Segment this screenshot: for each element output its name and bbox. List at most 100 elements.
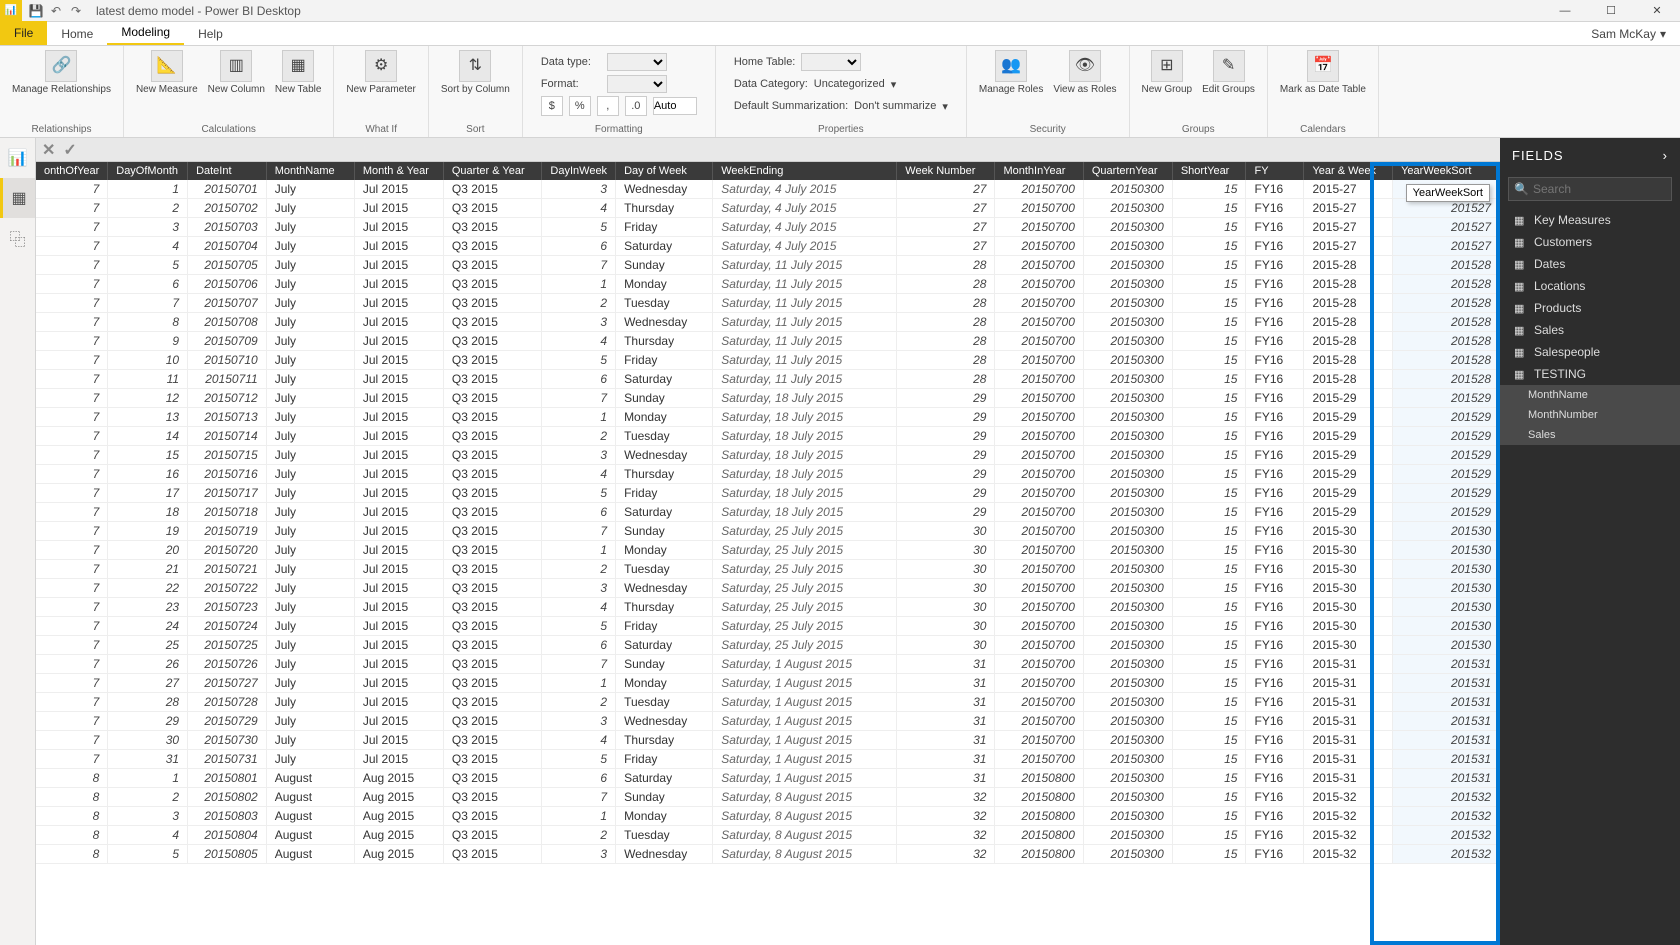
home-table-select[interactable] <box>801 53 861 71</box>
table-row[interactable]: 71520150715JulyJul 2015Q3 20153Wednesday… <box>36 446 1500 465</box>
field-table[interactable]: ▦Dates <box>1500 253 1680 275</box>
column-header[interactable]: FY <box>1246 162 1304 180</box>
column-header[interactable]: onthOfYear <box>36 162 108 180</box>
field-table[interactable]: ▦Products <box>1500 297 1680 319</box>
table-row[interactable]: 71920150719JulyJul 2015Q3 20157SundaySat… <box>36 522 1500 541</box>
fields-search-input[interactable] <box>1508 177 1672 201</box>
field-table[interactable]: ▦Locations <box>1500 275 1680 297</box>
home-tab[interactable]: Home <box>47 23 107 45</box>
field-table[interactable]: ▦Customers <box>1500 231 1680 253</box>
column-header[interactable]: Quarter & Year <box>443 162 542 180</box>
chevron-down-icon[interactable]: ▾ <box>942 100 948 113</box>
edit-groups-button[interactable]: ✎Edit Groups <box>1198 48 1259 97</box>
column-header[interactable]: Week Number <box>897 162 995 180</box>
table-row[interactable]: 71820150718JulyJul 2015Q3 20156SaturdayS… <box>36 503 1500 522</box>
table-row[interactable]: 71720150717JulyJul 2015Q3 20155FridaySat… <box>36 484 1500 503</box>
table-row[interactable]: 72220150722JulyJul 2015Q3 20153Wednesday… <box>36 579 1500 598</box>
new-measure-button[interactable]: 📐New Measure <box>132 48 202 97</box>
table-row[interactable]: 73020150730JulyJul 2015Q3 20154ThursdayS… <box>36 731 1500 750</box>
new-group-button[interactable]: ⊞New Group <box>1138 48 1197 97</box>
table-row[interactable]: 7120150701JulyJul 2015Q3 20153WednesdayS… <box>36 180 1500 199</box>
table-row[interactable]: 72520150725JulyJul 2015Q3 20156SaturdayS… <box>36 636 1500 655</box>
table-row[interactable]: 7920150709JulyJul 2015Q3 20154ThursdaySa… <box>36 332 1500 351</box>
new-parameter-button[interactable]: ⚙New Parameter <box>342 48 419 97</box>
percent-button[interactable]: % <box>569 96 591 116</box>
table-row[interactable]: 72720150727JulyJul 2015Q3 20151MondaySat… <box>36 674 1500 693</box>
field-column[interactable]: MonthNumber <box>1500 405 1680 425</box>
field-column[interactable]: Sales <box>1500 425 1680 445</box>
manage-roles-button[interactable]: 👥Manage Roles <box>975 48 1047 97</box>
help-tab[interactable]: Help <box>184 23 237 45</box>
modeling-tab[interactable]: Modeling <box>107 21 184 45</box>
table-row[interactable]: 72920150729JulyJul 2015Q3 20153Wednesday… <box>36 712 1500 731</box>
column-header[interactable]: QuarternYear <box>1083 162 1172 180</box>
table-row[interactable]: 8220150802AugustAug 2015Q3 20157SundaySa… <box>36 788 1500 807</box>
new-column-button[interactable]: ▥New Column <box>204 48 269 97</box>
data-table[interactable]: onthOfYearDayOfMonthDateIntMonthNameMont… <box>36 162 1500 945</box>
chevron-down-icon[interactable]: ▾ <box>891 78 897 91</box>
table-row[interactable]: 7820150708JulyJul 2015Q3 20153WednesdayS… <box>36 313 1500 332</box>
table-row[interactable]: 72320150723JulyJul 2015Q3 20154ThursdayS… <box>36 598 1500 617</box>
formula-cancel-button[interactable]: ✕ <box>42 140 55 160</box>
field-table[interactable]: ▦TESTING <box>1500 363 1680 385</box>
new-table-button[interactable]: ▦New Table <box>271 48 326 97</box>
mark-date-table-button[interactable]: 📅Mark as Date Table <box>1276 48 1370 97</box>
column-header[interactable]: DayOfMonth <box>108 162 188 180</box>
chevron-right-icon[interactable]: › <box>1663 148 1668 163</box>
table-row[interactable]: 72620150726JulyJul 2015Q3 20157SundaySat… <box>36 655 1500 674</box>
column-header[interactable]: Day of Week <box>616 162 713 180</box>
field-column[interactable]: MonthName <box>1500 385 1680 405</box>
table-row[interactable]: 8520150805AugustAug 2015Q3 20153Wednesda… <box>36 845 1500 864</box>
close-button[interactable]: ✕ <box>1634 0 1680 22</box>
table-row[interactable]: 8320150803AugustAug 2015Q3 20151MondaySa… <box>36 807 1500 826</box>
decimal-places-input[interactable] <box>653 97 697 115</box>
table-row[interactable]: 72120150721JulyJul 2015Q3 20152TuesdaySa… <box>36 560 1500 579</box>
field-table[interactable]: ▦Salespeople <box>1500 341 1680 363</box>
table-row[interactable]: 71120150711JulyJul 2015Q3 20156SaturdayS… <box>36 370 1500 389</box>
table-row[interactable]: 7620150706JulyJul 2015Q3 20151MondaySatu… <box>36 275 1500 294</box>
model-view-button[interactable]: ⿻ <box>0 218 35 258</box>
table-row[interactable]: 72020150720JulyJul 2015Q3 20151MondaySat… <box>36 541 1500 560</box>
column-header[interactable]: MonthName <box>266 162 354 180</box>
table-row[interactable]: 7220150702JulyJul 2015Q3 20154ThursdaySa… <box>36 199 1500 218</box>
report-view-button[interactable]: 📊 <box>0 138 35 178</box>
file-tab[interactable]: File <box>0 21 47 45</box>
table-row[interactable]: 8420150804AugustAug 2015Q3 20152TuesdayS… <box>36 826 1500 845</box>
table-row[interactable]: 71220150712JulyJul 2015Q3 20157SundaySat… <box>36 389 1500 408</box>
redo-icon[interactable]: ↷ <box>68 4 84 18</box>
table-row[interactable]: 7420150704JulyJul 2015Q3 20156SaturdaySa… <box>36 237 1500 256</box>
formula-accept-button[interactable]: ✓ <box>63 140 76 160</box>
column-header[interactable]: ShortYear <box>1172 162 1246 180</box>
format-select[interactable] <box>607 75 667 93</box>
sort-by-column-button[interactable]: ⇅Sort by Column <box>437 48 514 97</box>
column-header[interactable]: Month & Year <box>354 162 443 180</box>
column-header[interactable]: MonthInYear <box>995 162 1083 180</box>
data-type-select[interactable] <box>607 53 667 71</box>
table-row[interactable]: 73120150731JulyJul 2015Q3 20155FridaySat… <box>36 750 1500 769</box>
maximize-button[interactable]: ☐ <box>1588 0 1634 22</box>
table-row[interactable]: 71320150713JulyJul 2015Q3 20151MondaySat… <box>36 408 1500 427</box>
view-as-roles-button[interactable]: 👁View as Roles <box>1049 48 1120 97</box>
table-row[interactable]: 71020150710JulyJul 2015Q3 20155FridaySat… <box>36 351 1500 370</box>
table-row[interactable]: 72820150728JulyJul 2015Q3 20152TuesdaySa… <box>36 693 1500 712</box>
table-row[interactable]: 71420150714JulyJul 2015Q3 20152TuesdaySa… <box>36 427 1500 446</box>
table-row[interactable]: 7720150707JulyJul 2015Q3 20152TuesdaySat… <box>36 294 1500 313</box>
save-icon[interactable]: 💾 <box>28 4 44 18</box>
comma-button[interactable]: , <box>597 96 619 116</box>
user-label[interactable]: Sam McKay ▾ <box>1577 23 1680 45</box>
currency-button[interactable]: $ <box>541 96 563 116</box>
field-table[interactable]: ▦Sales <box>1500 319 1680 341</box>
column-header[interactable]: DateInt <box>188 162 267 180</box>
column-header[interactable]: WeekEnding <box>713 162 897 180</box>
column-header[interactable]: Year & Week <box>1304 162 1393 180</box>
table-row[interactable]: 8120150801AugustAug 2015Q3 20156Saturday… <box>36 769 1500 788</box>
table-row[interactable]: 7520150705JulyJul 2015Q3 20157SundaySatu… <box>36 256 1500 275</box>
table-row[interactable]: 7320150703JulyJul 2015Q3 20155FridaySatu… <box>36 218 1500 237</box>
undo-icon[interactable]: ↶ <box>48 4 64 18</box>
data-view-button[interactable]: ▦ <box>0 178 35 218</box>
table-row[interactable]: 72420150724JulyJul 2015Q3 20155FridaySat… <box>36 617 1500 636</box>
minimize-button[interactable]: — <box>1542 0 1588 22</box>
table-row[interactable]: 71620150716JulyJul 2015Q3 20154ThursdayS… <box>36 465 1500 484</box>
column-header[interactable]: DayInWeek <box>542 162 616 180</box>
decimal-button[interactable]: .0 <box>625 96 647 116</box>
